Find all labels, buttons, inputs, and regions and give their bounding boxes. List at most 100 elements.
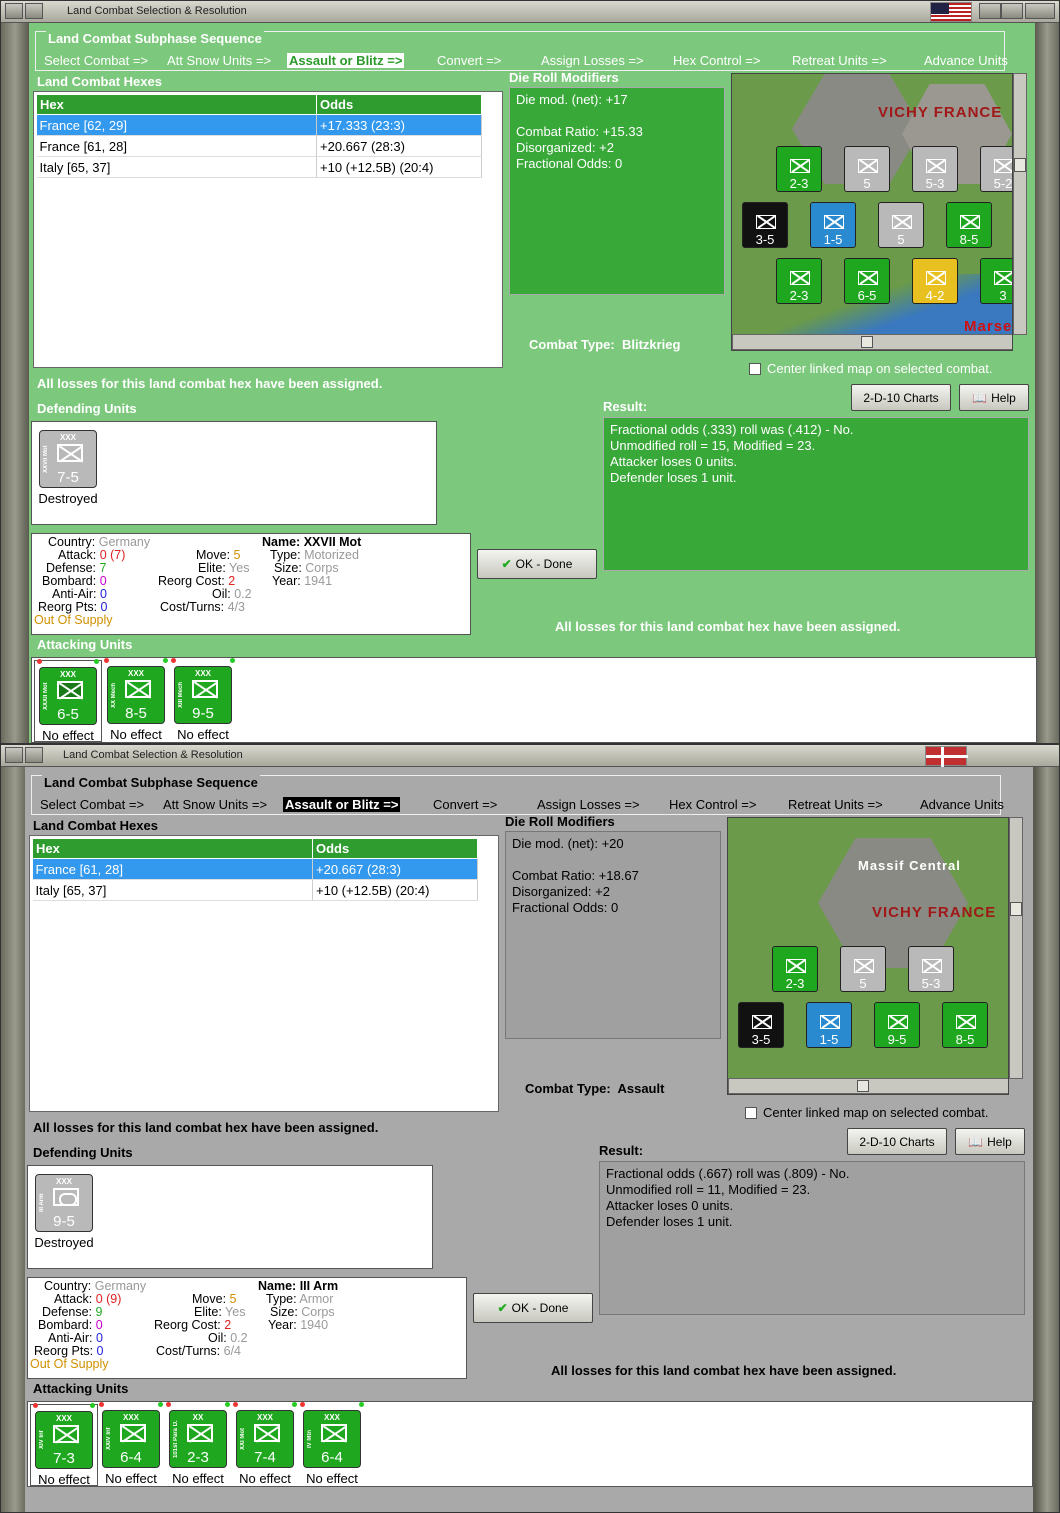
status-leds — [166, 1402, 230, 1407]
attacker-card[interactable]: XX 101st Para D. 2-3 No effect — [164, 1402, 232, 1486]
map-unit-counter[interactable]: 1-5 — [806, 1002, 852, 1048]
map-unit-counter[interactable]: 3 — [980, 258, 1012, 304]
system-menu-button[interactable] — [5, 3, 23, 19]
attacker-counter[interactable]: XXX XX Mech 8-5 — [107, 666, 165, 724]
para-symbol-icon — [187, 1424, 213, 1442]
map-unit-counter[interactable]: 9-5 — [874, 1002, 920, 1048]
attacker-card[interactable]: XXX XXI Mot 7-4 No effect — [231, 1402, 299, 1486]
restore-button[interactable] — [979, 3, 1001, 19]
ok-done-button[interactable]: ✔ OK - Done — [473, 1293, 593, 1323]
linked-map[interactable]: Massif Central VICHY FRANCE 2-3 5 5-3 3-5 1-… — [727, 817, 1009, 1095]
map-unit-strength: 3-5 — [751, 1032, 771, 1047]
hex-row[interactable]: France [62, 29] +17.333 (23:3) — [36, 114, 482, 136]
help-button[interactable]: 📖 Help — [959, 384, 1029, 411]
attacker-counter[interactable]: XXX XXIV Inf 6-4 — [102, 1410, 160, 1468]
hex-column-header[interactable]: Hex — [36, 94, 317, 115]
center-map-checkbox[interactable]: Center linked map on selected combat. — [749, 361, 992, 376]
linked-map[interactable]: VICHY FRANCE Marse 2-3 5 5-3 5-2 3-5 1-5 5 8-5 2… — [731, 73, 1013, 351]
map-hscroll[interactable] — [732, 334, 1012, 350]
map-unit-counter[interactable]: 1-5 — [810, 202, 856, 248]
attacker-card[interactable]: XXX XXIV Inf 6-4 No effect — [97, 1402, 165, 1486]
map-unit-counter[interactable]: 5 — [840, 946, 886, 992]
map-unit-counter[interactable]: 4-2 — [912, 258, 958, 304]
drm-fractional: Fractional Odds: 0 — [512, 900, 619, 915]
vscroll-thumb[interactable] — [1014, 158, 1026, 172]
system-menu-button[interactable] — [5, 747, 23, 763]
odds-cell: +20.667 (28:3) — [316, 135, 482, 157]
hex-cell: Italy [65, 37] — [36, 156, 317, 178]
minimize-button[interactable] — [25, 747, 43, 763]
map-vscroll[interactable] — [1013, 73, 1027, 335]
charts-button[interactable]: 2-D-10 Charts — [851, 384, 951, 411]
hex-row[interactable]: France [61, 28] +20.667 (28:3) — [36, 135, 482, 157]
map-unit-counter[interactable]: 5 — [878, 202, 924, 248]
unit-status: No effect — [172, 1471, 224, 1486]
defender-card[interactable]: XXX III Arm 9-5 Destroyed — [30, 1174, 98, 1250]
mech-symbol-icon — [57, 681, 83, 699]
hscroll-thumb[interactable] — [857, 1080, 869, 1092]
map-unit-counter[interactable]: 3-5 — [738, 1002, 784, 1048]
map-vscroll[interactable] — [1009, 817, 1023, 1079]
hex-list[interactable]: Hex Odds France [62, 29] +17.333 (23:3) … — [33, 91, 503, 368]
attacker-counter[interactable]: XXX XXXII Mot 6-5 — [39, 667, 97, 725]
odds-column-header[interactable]: Odds — [312, 838, 478, 859]
result-label: Result: — [603, 399, 648, 414]
map-unit-counter[interactable]: 5-2 — [980, 146, 1012, 192]
hscroll-thumb[interactable] — [861, 336, 873, 348]
attacker-counter[interactable]: XXX XIII Mech 9-5 — [174, 666, 232, 724]
checkbox-box[interactable] — [745, 1107, 757, 1119]
charts-button[interactable]: 2-D-10 Charts — [847, 1128, 947, 1155]
hex-row[interactable]: Italy [65, 37] +10 (+12.5B) (20:4) — [32, 879, 478, 901]
attacker-card[interactable]: XXX IV Mtn 6-4 No effect — [298, 1402, 366, 1486]
help-button[interactable]: 📖 Help — [955, 1128, 1025, 1155]
hex-cell: France [61, 28] — [32, 858, 313, 880]
unit-strength: 9-5 — [192, 705, 214, 722]
map-unit-counter[interactable]: 2-3 — [772, 946, 818, 992]
defender-counter[interactable]: XXX III Arm 9-5 — [35, 1174, 93, 1232]
unit-symbol-icon — [994, 159, 1012, 173]
vscroll-thumb[interactable] — [1010, 902, 1022, 916]
ok-done-button[interactable]: ✔ OK - Done — [477, 549, 597, 579]
map-unit-counter[interactable]: 8-5 — [942, 1002, 988, 1048]
map-region-label: Massif Central — [858, 858, 961, 873]
title-bar[interactable]: Land Combat Selection & Resolution — [1, 745, 1059, 767]
attacker-counter[interactable]: XX 101st Para D. 2-3 — [169, 1410, 227, 1468]
attacker-card[interactable]: XXX XIII Mech 9-5 No effect — [169, 658, 237, 742]
center-map-label: Center linked map on selected combat. — [767, 361, 993, 376]
odds-column-header[interactable]: Odds — [316, 94, 482, 115]
map-unit-counter[interactable]: 5-3 — [912, 146, 958, 192]
defender-card[interactable]: XXX XXVII Mot 7-5 Destroyed — [34, 430, 102, 506]
attacker-counter[interactable]: XXX IV Mtn 6-4 — [303, 1410, 361, 1468]
drm-spacer — [516, 108, 718, 124]
hex-list[interactable]: Hex Odds France [61, 28] +20.667 (28:3) … — [29, 835, 499, 1112]
map-hscroll[interactable] — [728, 1078, 1008, 1094]
minimize-button[interactable] — [25, 3, 43, 19]
close-button[interactable] — [1025, 3, 1055, 19]
map-unit-counter[interactable]: 8-5 — [946, 202, 992, 248]
hex-row[interactable]: France [61, 28] +20.667 (28:3) — [32, 858, 478, 880]
unit-info-panel: Country: Germany Attack: 0 (7) Defense: … — [31, 533, 471, 635]
unit-symbol-icon — [752, 1015, 772, 1029]
maximize-button[interactable] — [1001, 3, 1023, 19]
attacker-counter[interactable]: XXX XXI Mot 7-4 — [236, 1410, 294, 1468]
map-unit-counter[interactable]: 2-3 — [776, 258, 822, 304]
map-unit-counter[interactable]: 3-5 — [742, 202, 788, 248]
attacker-card[interactable]: XXX XXXII Mot 6-5 No effect — [34, 659, 102, 743]
hex-row[interactable]: Italy [65, 37] +10 (+12.5B) (20:4) — [36, 156, 482, 178]
hex-column-header[interactable]: Hex — [32, 838, 313, 859]
seq-assign-losses: Assign Losses => — [541, 53, 644, 68]
center-map-checkbox[interactable]: Center linked map on selected combat. — [745, 1105, 988, 1120]
map-unit-counter[interactable]: 6-5 — [844, 258, 890, 304]
map-unit-counter[interactable]: 2-3 — [776, 146, 822, 192]
map-unit-strength: 5 — [897, 232, 905, 247]
checkbox-box[interactable] — [749, 363, 761, 375]
attacker-card[interactable]: XXX XX Mech 8-5 No effect — [102, 658, 170, 742]
attacker-card[interactable]: XXX XIV Inf 7-3 No effect — [30, 1403, 98, 1487]
title-bar[interactable]: Land Combat Selection & Resolution — [1, 1, 1059, 23]
map-unit-counter[interactable]: 5-3 — [908, 946, 954, 992]
usa-flag-icon — [930, 2, 972, 22]
map-unit-counter[interactable]: 5 — [844, 146, 890, 192]
attacker-counter[interactable]: XXX XIV Inf 7-3 — [35, 1411, 93, 1469]
defender-counter[interactable]: XXX XXVII Mot 7-5 — [39, 430, 97, 488]
unit-symbol-icon — [756, 215, 776, 229]
